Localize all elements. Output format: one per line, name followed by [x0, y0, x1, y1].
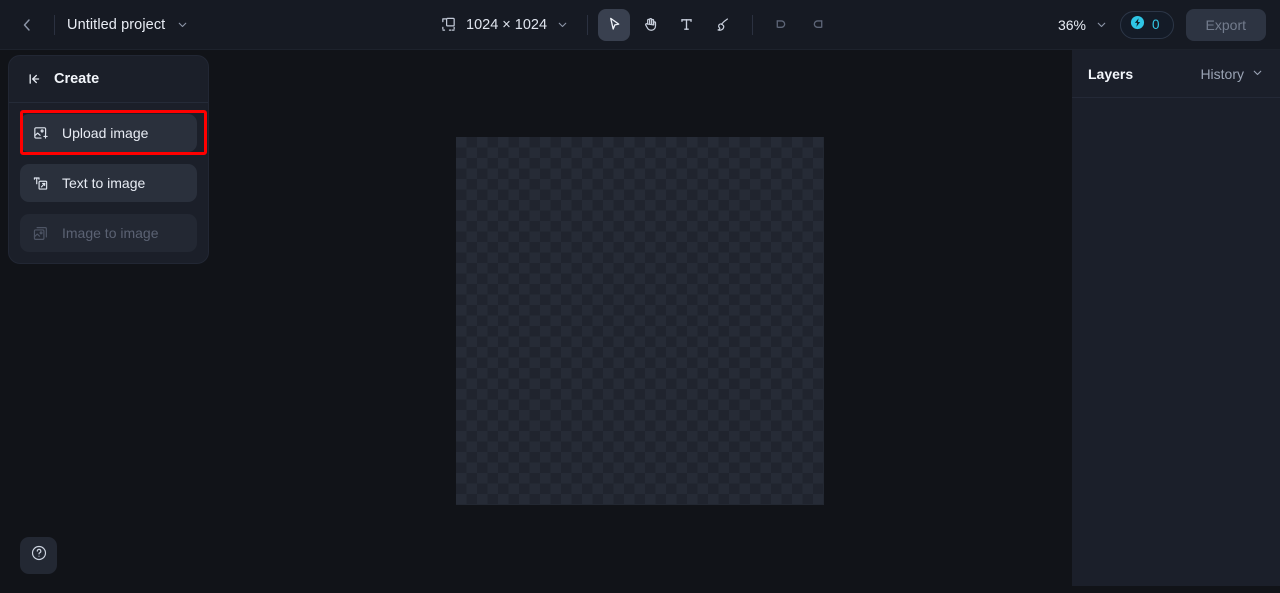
- chevron-down-icon[interactable]: [1095, 18, 1108, 31]
- chevron-down-icon[interactable]: [556, 18, 569, 31]
- help-button[interactable]: [20, 537, 57, 574]
- select-tool[interactable]: [598, 8, 631, 41]
- credit-token-icon: [1130, 15, 1145, 35]
- header-right-group: 36% 0 Export: [1058, 8, 1280, 41]
- credits-pill[interactable]: 0: [1120, 10, 1174, 39]
- toolbar-divider-right: [752, 14, 754, 35]
- image-editor-app: Untitled project 1024 × 1024 36% 0 Expor…: [0, 0, 1280, 593]
- project-title[interactable]: Untitled project: [67, 17, 165, 33]
- chevron-down-icon: [1251, 66, 1264, 82]
- tab-history-label: History: [1200, 65, 1244, 82]
- upload-image-button[interactable]: Upload image: [20, 114, 197, 152]
- history-controls: [765, 10, 833, 40]
- upload-image-label: Upload image: [62, 125, 149, 141]
- zoom-level-value: 36%: [1057, 16, 1087, 33]
- brush-tool[interactable]: [706, 9, 738, 41]
- image-to-image-label: Image to image: [62, 225, 159, 241]
- header-center-group: 1024 × 1024: [440, 8, 1058, 41]
- text-to-image-button[interactable]: Text to image: [20, 164, 197, 202]
- chevron-down-icon[interactable]: [176, 18, 189, 31]
- image-to-image-button[interactable]: Image to image: [20, 214, 197, 252]
- help-question-icon: [30, 544, 48, 567]
- tool-group: [598, 8, 738, 41]
- header-left-group: Untitled project: [0, 10, 440, 40]
- top-header-bar: Untitled project 1024 × 1024 36% 0 Expor…: [0, 0, 1280, 50]
- tab-history[interactable]: History: [1200, 66, 1264, 82]
- create-panel-header: Create: [9, 56, 208, 103]
- image-to-image-icon: [32, 225, 49, 242]
- image-upload-icon: [32, 125, 49, 142]
- export-button[interactable]: Export: [1185, 8, 1266, 41]
- canvas-size-icon: [440, 16, 457, 33]
- undo-button[interactable]: [765, 10, 795, 40]
- create-panel: Create Upload image Text to image Image …: [8, 55, 209, 264]
- credits-count: 0: [1152, 17, 1160, 32]
- canvas-size-control[interactable]: 1024 × 1024: [440, 16, 569, 33]
- create-panel-title: Create: [54, 71, 100, 87]
- text-to-image-icon: [32, 175, 49, 192]
- layers-panel: Layers History: [1072, 50, 1280, 586]
- layers-panel-header: Layers History: [1072, 50, 1280, 98]
- text-to-image-label: Text to image: [62, 175, 146, 191]
- tab-layers[interactable]: Layers: [1088, 66, 1133, 82]
- create-panel-body: Upload image Text to image Image to imag…: [9, 103, 208, 263]
- text-tool[interactable]: [670, 9, 702, 41]
- zoom-control[interactable]: 36%: [1058, 17, 1108, 33]
- header-divider: [54, 14, 55, 35]
- back-button[interactable]: [12, 10, 42, 40]
- collapse-panel-icon[interactable]: [27, 71, 43, 87]
- toolbar-divider-left: [587, 14, 589, 35]
- transparent-canvas[interactable]: [456, 137, 824, 505]
- canvas-size-value: 1024 × 1024: [466, 16, 548, 33]
- hand-tool[interactable]: [634, 9, 666, 41]
- redo-button[interactable]: [803, 10, 833, 40]
